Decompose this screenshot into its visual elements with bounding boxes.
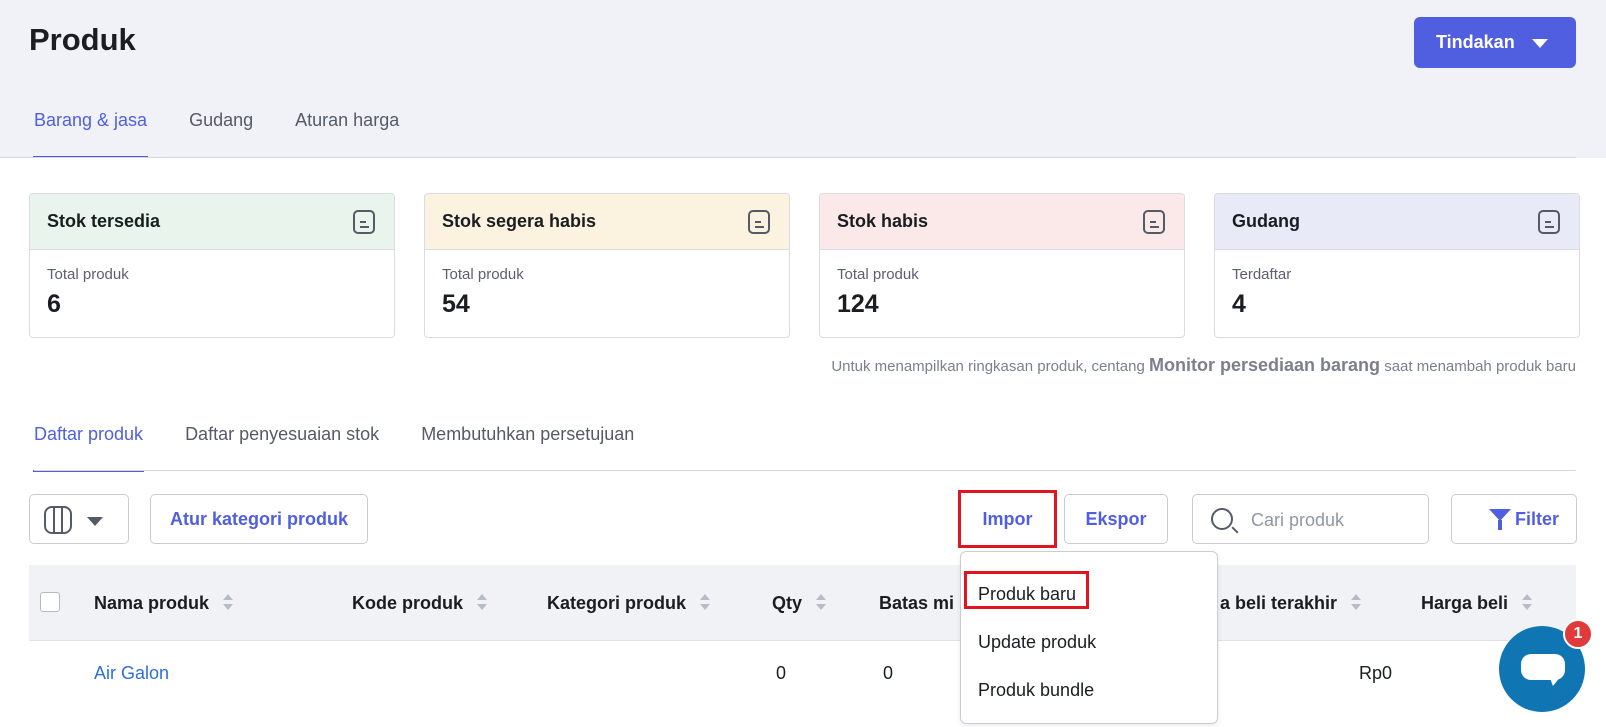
search-box [1192, 494, 1429, 544]
sort-icon [1351, 594, 1362, 611]
product-name-link[interactable]: Air Galon [94, 663, 169, 684]
main-tabs: Barang & jasa Gudang Aturan harga [32, 108, 399, 158]
menu-item-update-produk[interactable]: Update produk [978, 632, 1096, 653]
column-label: Kategori produk [547, 593, 687, 613]
column-label: Nama produk [94, 593, 210, 613]
card-stok-segera-habis: Stok segera habis Total produk 54 [424, 193, 790, 338]
cell-last-buy-price: Rp0 [1359, 663, 1393, 683]
column-header-kategori-produk[interactable]: Kategori produk [547, 593, 711, 614]
column-header-batas-minimum[interactable]: Batas mi [879, 593, 954, 614]
card-value: 6 [47, 290, 61, 318]
actions-button-label: Tindakan [1436, 32, 1515, 52]
select-all-checkbox[interactable] [40, 592, 60, 612]
card-subtitle: Total produk [837, 266, 919, 283]
card-value: 54 [442, 290, 470, 318]
card-header: Stok habis [820, 194, 1184, 250]
cell-min-limit: 0 [883, 663, 894, 683]
card-stok-habis: Stok habis Total produk 124 [819, 193, 1185, 338]
report-icon[interactable] [748, 210, 770, 234]
filter-label: Filter [1515, 509, 1560, 529]
menu-item-produk-bundle[interactable]: Produk bundle [978, 680, 1094, 701]
report-icon[interactable] [353, 210, 375, 234]
column-header-nama-produk[interactable]: Nama produk [94, 593, 234, 614]
cell-qty: 0 [776, 663, 787, 683]
card-gudang: Gudang Terdaftar 4 [1214, 193, 1580, 338]
card-stok-tersedia: Stok tersedia Total produk 6 [29, 193, 395, 338]
card-header: Gudang [1215, 194, 1579, 250]
list-tabs: Daftar produk Daftar penyesuaian stok Me… [32, 422, 634, 472]
tabs-divider [0, 157, 1576, 158]
columns-icon [44, 506, 72, 534]
column-header-harga-beli[interactable]: Harga beli [1421, 593, 1533, 614]
notification-badge: 1 [1563, 619, 1593, 649]
tab-membutuhkan-persetujuan[interactable]: Membutuhkan persetujuan [421, 422, 634, 472]
table-header: Nama produk Kode produk Kategori produk … [29, 565, 1576, 641]
search-icon [1211, 508, 1233, 530]
hint-text: Untuk menampilkan ringkasan produk, cent… [831, 358, 1149, 375]
chevron-down-icon [1532, 39, 1548, 48]
search-input[interactable] [1251, 508, 1411, 532]
import-highlight-box [958, 490, 1057, 548]
hint-bold-text: Monitor persediaan barang [1149, 355, 1381, 375]
filter-button[interactable]: Filter [1451, 494, 1577, 544]
card-header: Stok segera habis [425, 194, 789, 250]
actions-button[interactable]: Tindakan [1414, 17, 1576, 68]
tab-aturan-harga[interactable]: Aturan harga [295, 108, 399, 158]
page-title: Produk [29, 22, 136, 57]
chevron-down-icon [87, 517, 103, 526]
column-header-kode-produk[interactable]: Kode produk [352, 593, 487, 614]
tab-daftar-produk[interactable]: Daftar produk [32, 422, 145, 472]
category-button[interactable]: Atur kategori produk [150, 494, 368, 544]
chat-icon [1521, 654, 1565, 686]
column-label: Batas mi [879, 593, 955, 613]
column-label: a beli terakhir [1220, 593, 1338, 613]
card-subtitle: Total produk [47, 266, 129, 283]
produk-baru-highlight-box [964, 571, 1089, 609]
table-row: Air Galon 0 0 Rp0 [29, 641, 1576, 701]
column-label: Kode produk [352, 593, 463, 613]
hint-text-suffix: saat menambah produk baru [1380, 358, 1576, 375]
column-header-qty[interactable]: Qty [772, 593, 827, 614]
sort-icon [1522, 594, 1533, 611]
column-label: Qty [772, 593, 803, 613]
tab-barang-jasa[interactable]: Barang & jasa [32, 108, 149, 158]
tab-daftar-penyesuaian-stok[interactable]: Daftar penyesuaian stok [185, 422, 379, 472]
column-header-harga-beli-terakhir[interactable]: a beli terakhir [1220, 593, 1362, 614]
column-toggle-button[interactable] [29, 494, 129, 544]
card-value: 4 [1232, 290, 1246, 318]
column-label: Harga beli [1421, 593, 1509, 613]
report-icon[interactable] [1538, 210, 1560, 234]
sort-icon [816, 594, 827, 611]
tab-gudang[interactable]: Gudang [189, 108, 253, 158]
tabs-divider [34, 470, 1576, 471]
header-area: Produk Tindakan Barang & jasa Gudang Atu… [0, 0, 1606, 158]
sort-icon [700, 594, 711, 611]
report-icon[interactable] [1143, 210, 1165, 234]
card-title: Stok tersedia [47, 211, 161, 231]
card-subtitle: Terdaftar [1232, 266, 1292, 283]
sort-icon [477, 594, 487, 611]
summary-hint: Untuk menampilkan ringkasan produk, cent… [831, 355, 1576, 376]
card-title: Stok segera habis [442, 211, 597, 231]
export-button[interactable]: Ekspor [1064, 494, 1168, 544]
card-value: 124 [837, 290, 879, 318]
filter-icon [1489, 509, 1511, 530]
card-title: Stok habis [837, 211, 929, 231]
card-subtitle: Total produk [442, 266, 524, 283]
card-header: Stok tersedia [30, 194, 394, 250]
sort-icon [223, 594, 234, 611]
card-title: Gudang [1232, 211, 1300, 231]
